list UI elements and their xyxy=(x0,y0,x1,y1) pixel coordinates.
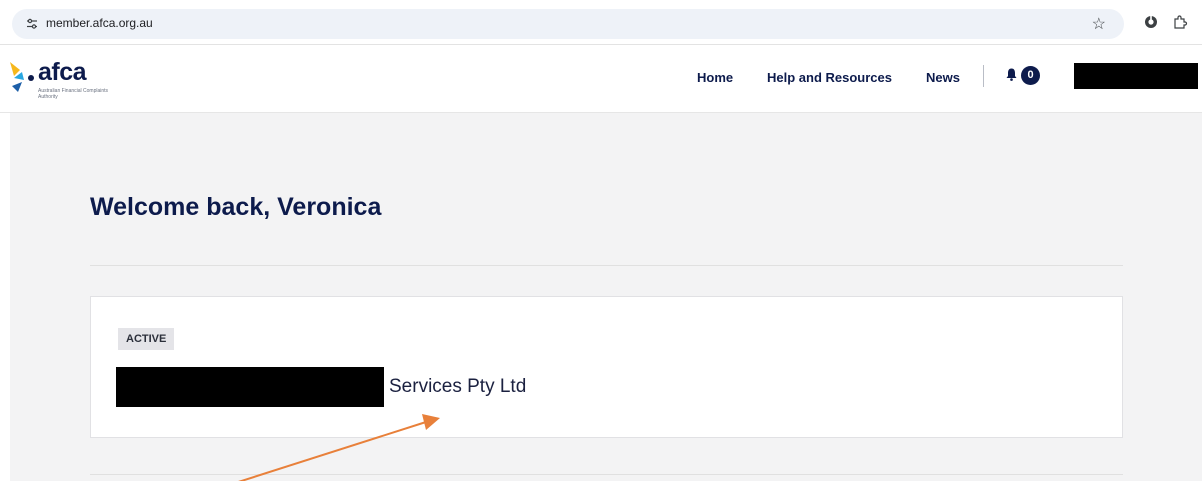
organisation-name-suffix: Services Pty Ltd xyxy=(389,376,527,397)
page-title: Welcome back, Veronica xyxy=(90,193,382,221)
section-divider-bottom xyxy=(90,474,1123,475)
user-menu-redacted[interactable] xyxy=(1074,63,1198,89)
nav-news[interactable]: News xyxy=(926,70,960,85)
notification-count-badge[interactable]: 0 xyxy=(1021,66,1040,85)
nav-home[interactable]: Home xyxy=(697,70,733,85)
main-content: Welcome back, Veronica ACTIVE Services P… xyxy=(10,113,1202,481)
redacted-org-name xyxy=(116,367,384,407)
bookmark-star-icon[interactable]: ☆ xyxy=(1092,14,1106,34)
status-badge: ACTIVE xyxy=(118,328,175,350)
logo-tagline: Australian Financial Complaints Authorit… xyxy=(38,88,109,100)
address-bar[interactable]: member.afca.org.au ☆ xyxy=(12,9,1124,39)
nav-help-and-resources[interactable]: Help and Resources xyxy=(767,70,892,85)
section-divider xyxy=(90,265,1123,266)
site-info-icon[interactable] xyxy=(26,18,38,30)
url-text[interactable]: member.afca.org.au xyxy=(46,16,153,30)
logo-wordmark: afca xyxy=(38,58,87,86)
bell-icon[interactable] xyxy=(1006,68,1017,81)
extension-icon[interactable] xyxy=(1144,15,1158,29)
afca-logo[interactable]: afca Australian Financial Complaints Aut… xyxy=(10,58,120,100)
afca-logo-mark-icon xyxy=(10,62,34,92)
nav-divider xyxy=(983,65,984,87)
puzzle-icon[interactable] xyxy=(1172,14,1188,30)
site-header: afca Australian Financial Complaints Aut… xyxy=(0,45,1202,113)
organisation-card[interactable]: ACTIVE Services Pty Ltd xyxy=(90,296,1123,438)
browser-toolbar: member.afca.org.au ☆ xyxy=(0,0,1202,44)
